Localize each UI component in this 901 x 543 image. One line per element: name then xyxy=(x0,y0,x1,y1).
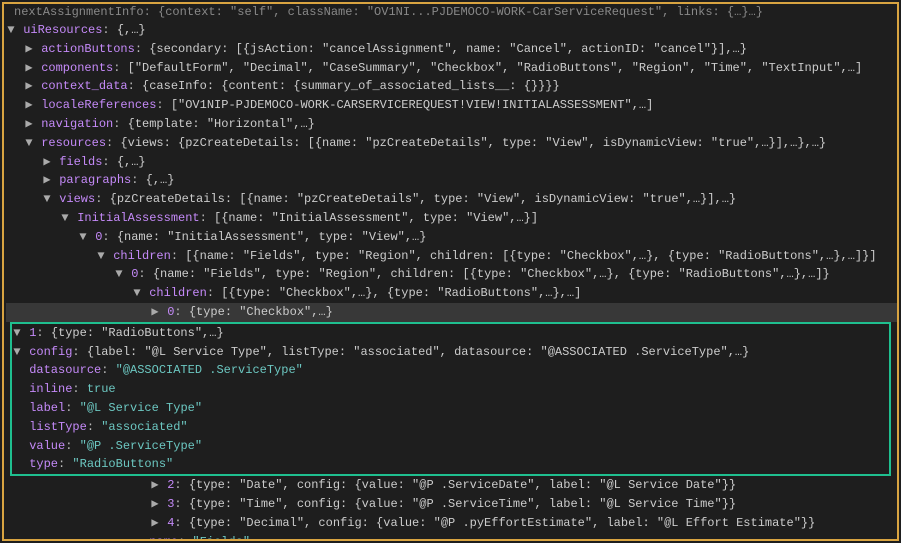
collapse-icon[interactable]: ▶ xyxy=(150,304,160,321)
expand-icon[interactable]: ▼ xyxy=(132,285,142,302)
collapse-icon[interactable]: ▶ xyxy=(24,97,34,114)
collapse-icon[interactable]: ▶ xyxy=(24,78,34,95)
expand-icon[interactable]: ▼ xyxy=(12,325,22,342)
prop-inline[interactable]: inline: true xyxy=(12,380,889,399)
node-views[interactable]: ▼ views: {pzCreateDetails: [{name: "pzCr… xyxy=(6,190,897,209)
expand-icon[interactable]: ▼ xyxy=(12,344,22,361)
collapse-icon[interactable]: ▶ xyxy=(42,172,52,189)
expand-icon[interactable]: ▼ xyxy=(60,210,70,227)
node-child-1[interactable]: ▼ 1: {type: "RadioButtons",…} xyxy=(12,324,889,343)
collapse-icon[interactable]: ▶ xyxy=(150,515,160,532)
header-fragment: nextAssignmentInfo: {context: "self", cl… xyxy=(4,5,897,21)
node-components[interactable]: ▶ components: ["DefaultForm", "Decimal",… xyxy=(6,59,897,78)
highlight-box: ▼ 1: {type: "RadioButtons",…} ▼ config: … xyxy=(10,322,891,476)
bullet-icon xyxy=(132,534,142,541)
node-localeReferences[interactable]: ▶ localeReferences: ["OV1NIP-PJDEMOCO-WO… xyxy=(6,96,897,115)
expand-icon[interactable]: ▼ xyxy=(6,22,16,39)
prop-listType[interactable]: listType: "associated" xyxy=(12,418,889,437)
node-index-0[interactable]: ▼ 0: {name: "InitialAssessment", type: "… xyxy=(6,228,897,247)
collapse-icon[interactable]: ▶ xyxy=(42,154,52,171)
node-context-data[interactable]: ▶ context_data: {caseInfo: {content: {su… xyxy=(6,77,897,96)
json-tree-panel: nextAssignmentInfo: {context: "self", cl… xyxy=(2,2,899,541)
node-config[interactable]: ▼ config: {label: "@L Service Type", lis… xyxy=(12,343,889,362)
node-child-0[interactable]: ▶ 0: {type: "Checkbox",…} xyxy=(6,303,897,322)
node-child-4[interactable]: ▶ 4: {type: "Decimal", config: {value: "… xyxy=(6,514,897,533)
node-fields[interactable]: ▶ fields: {,…} xyxy=(6,153,897,172)
node-uiResources[interactable]: ▼ uiResources: {,…} xyxy=(6,21,897,40)
node-child-3[interactable]: ▶ 3: {type: "Time", config: {value: "@P … xyxy=(6,495,897,514)
node-actionButtons[interactable]: ▶ actionButtons: {secondary: [{jsAction:… xyxy=(6,40,897,59)
node-resources[interactable]: ▼ resources: {views: {pzCreateDetails: [… xyxy=(6,134,897,153)
node-child-2[interactable]: ▶ 2: {type: "Date", config: {value: "@P … xyxy=(6,476,897,495)
expand-icon[interactable]: ▼ xyxy=(78,229,88,246)
expand-icon[interactable]: ▼ xyxy=(24,135,34,152)
node-children-inner[interactable]: ▼ children: [{type: "Checkbox",…}, {type… xyxy=(6,284,897,303)
tree-root: ▼ uiResources: {,…} ▶ actionButtons: {se… xyxy=(4,21,897,541)
prop-type[interactable]: type: "RadioButtons" xyxy=(12,455,889,474)
bullet-icon xyxy=(12,456,22,473)
collapse-icon[interactable]: ▶ xyxy=(150,477,160,494)
expand-icon[interactable]: ▼ xyxy=(96,248,106,265)
collapse-icon[interactable]: ▶ xyxy=(150,496,160,513)
expand-icon[interactable]: ▼ xyxy=(42,191,52,208)
prop-datasource[interactable]: datasource: "@ASSOCIATED .ServiceType" xyxy=(12,361,889,380)
node-navigation[interactable]: ▶ navigation: {template: "Horizontal",…} xyxy=(6,115,897,134)
node-children[interactable]: ▼ children: [{name: "Fields", type: "Reg… xyxy=(6,247,897,266)
node-InitialAssessment[interactable]: ▼ InitialAssessment: [{name: "InitialAss… xyxy=(6,209,897,228)
collapse-icon[interactable]: ▶ xyxy=(24,116,34,133)
collapse-icon[interactable]: ▶ xyxy=(24,60,34,77)
bullet-icon xyxy=(12,362,22,379)
prop-name[interactable]: name: "Fields" xyxy=(6,533,897,541)
bullet-icon xyxy=(12,381,22,398)
bullet-icon xyxy=(12,438,22,455)
collapse-icon[interactable]: ▶ xyxy=(24,41,34,58)
bullet-icon xyxy=(12,419,22,436)
prop-value[interactable]: value: "@P .ServiceType" xyxy=(12,437,889,456)
bullet-icon xyxy=(12,400,22,417)
node-paragraphs[interactable]: ▶ paragraphs: {,…} xyxy=(6,171,897,190)
prop-label[interactable]: label: "@L Service Type" xyxy=(12,399,889,418)
node-children-0[interactable]: ▼ 0: {name: "Fields", type: "Region", ch… xyxy=(6,265,897,284)
expand-icon[interactable]: ▼ xyxy=(114,266,124,283)
